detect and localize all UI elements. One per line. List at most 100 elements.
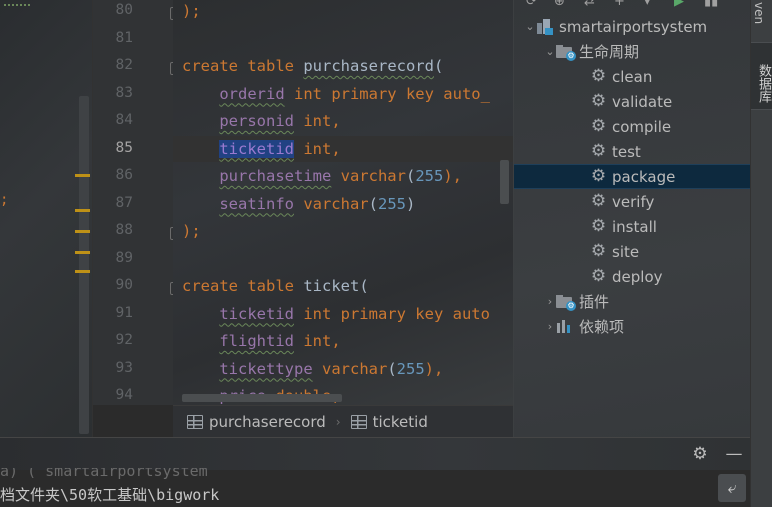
warning-underline [4,2,30,6]
lifecycle-item-package[interactable]: ⚙ package [514,164,750,189]
breadcrumb: purchaserecord › ticketid [173,405,513,437]
chevron-down-icon[interactable]: ⌄ [524,20,536,33]
code-token: ) [405,194,416,213]
line-number: 92 [115,332,133,348]
code-line[interactable]: create table ticket( [182,273,369,299]
download-icon[interactable]: ⇄ [584,0,595,9]
code-line[interactable]: personid int, [182,108,340,134]
code-token: ), [443,167,462,185]
lifecycle-item-deploy[interactable]: ⚙ deploy [514,264,750,289]
tree-project[interactable]: ⌄ smartairportsystem [514,14,750,39]
code-line[interactable]: seatinfo varchar(255) [182,191,415,217]
code-line[interactable]: ); [182,218,201,244]
lifecycle-item-label: verify [612,192,655,211]
editor-scrollbar-thumb[interactable] [500,160,509,204]
code-line[interactable]: tickettype varchar(255), [182,356,443,382]
lifecycle-item-validate[interactable]: ⚙ validate [514,89,750,114]
toggle-offline-icon[interactable]: ▮▮ [704,0,718,9]
gear-icon: ⚙ [590,116,607,136]
lifecycle-item-label: deploy [612,267,663,286]
code-token: 255 [396,359,425,378]
tree-plugins[interactable]: › ⚙ 插件 [514,289,750,314]
lifecycle-item-verify[interactable]: ⚙ verify [514,189,750,214]
line-number: 80 [115,2,133,18]
code-token: ( [359,277,369,295]
plugins-folder-icon: ⚙ [556,294,576,311]
code-line[interactable]: orderid int primary key auto_ [182,81,490,107]
gear-icon: ⚙ [590,191,607,211]
right-tool-strip: ven 数据库 [750,0,772,507]
code-line[interactable]: ticketid int primary key auto [182,301,490,327]
code-line[interactable]: ticketid int, [173,135,513,162]
code-token: ); [182,2,201,20]
lifecycle-item-clean[interactable]: ⚙ clean [514,64,750,89]
code-token: ticketid [219,139,294,158]
lifecycle-item-install[interactable]: ⚙ install [514,214,750,239]
line-number: 86 [115,167,133,183]
code-line[interactable]: create table purchaserecord( [182,53,443,79]
soft-wrap-icon[interactable]: ⤶ [718,474,746,502]
code-token: purchaserecord [303,57,434,75]
table-icon [187,414,203,429]
code-token: ( [405,167,416,185]
sql-editor[interactable]: ); create table purchaserecord( orderid i… [173,0,513,405]
terminal[interactable]: a) ( smartairportsystem 档文件夹\50软工基础\bigw… [0,468,750,507]
line-number: 89 [115,249,133,266]
maven-tab-label[interactable]: ven [752,2,766,24]
gear-icon: ⚙ [590,241,607,261]
terminal-header: ⚙ — [0,437,750,470]
add-project-icon[interactable]: + [614,0,625,9]
error-stripe-marker[interactable] [75,174,90,177]
breadcrumb-item-table[interactable]: purchaserecord [187,413,326,431]
line-number: 91 [115,304,133,321]
chevron-right-icon[interactable]: › [544,295,556,308]
error-stripe-marker[interactable] [75,270,90,273]
error-stripe-marker[interactable] [75,251,90,254]
dependencies-label: 依赖项 [579,318,625,336]
code-token: ( [433,57,444,75]
code-token: , [331,332,341,350]
code-token: ( [368,194,378,213]
error-stripe-marker[interactable] [75,230,90,233]
dropdown-icon[interactable]: ▾ [644,0,651,9]
database-tab-label[interactable]: 数据库 [754,64,772,103]
tree-lifecycle[interactable]: ⌄ ⚙ 生命周期 [514,39,750,64]
line-number: 81 [115,29,133,46]
chevron-right-icon[interactable]: › [544,320,556,333]
gear-icon: ⚙ [590,141,607,161]
breadcrumb-item-column[interactable]: ticketid [350,413,428,431]
lifecycle-item-compile[interactable]: ⚙ compile [514,114,750,139]
line-number: 94 [115,387,133,403]
code-token: varchar [331,167,406,185]
gear-icon: ⚙ [590,166,607,186]
code-line[interactable]: flightid int, [182,328,341,354]
code-token: int primary key auto_ [284,84,490,103]
error-stripe-marker[interactable] [75,209,90,212]
editor-horizontal-scrollbar[interactable] [182,394,342,402]
generate-sources-icon[interactable]: ⊕ [554,0,565,9]
lifecycle-item-test[interactable]: ⚙ test [514,139,750,164]
project-name: smartairportsystem [559,17,708,36]
left-pane-scrollbar[interactable] [79,96,89,434]
lifecycle-item-label: clean [612,67,653,86]
reload-icon[interactable]: ⟳ [526,0,537,9]
line-number: 83 [115,84,133,101]
code-line[interactable]: ); [182,0,201,24]
run-icon[interactable]: ▶ [674,0,684,9]
code-token: ticketid [219,304,294,323]
line-number: 84 [115,112,133,128]
maven-toolbar: ⟳ ⊕ ⇄ + ▾ ▶ ▮▮ [514,0,750,10]
code-token: orderid [219,84,285,103]
lifecycle-item-site[interactable]: ⚙ site [514,239,750,264]
minus-icon[interactable]: — [724,444,744,464]
gear-icon[interactable]: ⚙ [690,444,710,464]
tree-dependencies[interactable]: › 依赖项 [514,314,750,339]
code-token: , [331,139,341,158]
code-token: int [293,139,332,158]
code-token: tickettype [219,359,313,378]
chevron-down-icon[interactable]: ⌄ [544,45,556,58]
code-line[interactable]: purchasetime varchar(255), [182,163,462,189]
